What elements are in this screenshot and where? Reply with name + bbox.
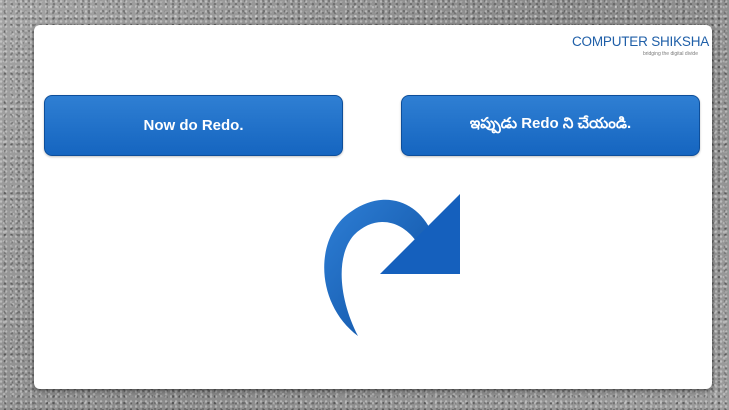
instruction-box-telugu: ఇప్పుడు Redo ని చేయండి. [401, 95, 700, 156]
redo-arrow-icon [324, 194, 460, 336]
slide-card: COMPUTER SHIKSHA bridging the digital di… [34, 25, 712, 389]
instruction-text-telugu: ఇప్పుడు Redo ని చేయండి. [469, 115, 632, 132]
logo-text: COMPUTER SHIKSHA [572, 34, 710, 49]
instruction-box-english: Now do Redo. [44, 95, 343, 156]
logo-tagline: bridging the digital divide [642, 51, 698, 57]
computer-shiksha-logo: COMPUTER SHIKSHA bridging the digital di… [572, 34, 710, 66]
instruction-text-english: Now do Redo. [143, 117, 244, 134]
